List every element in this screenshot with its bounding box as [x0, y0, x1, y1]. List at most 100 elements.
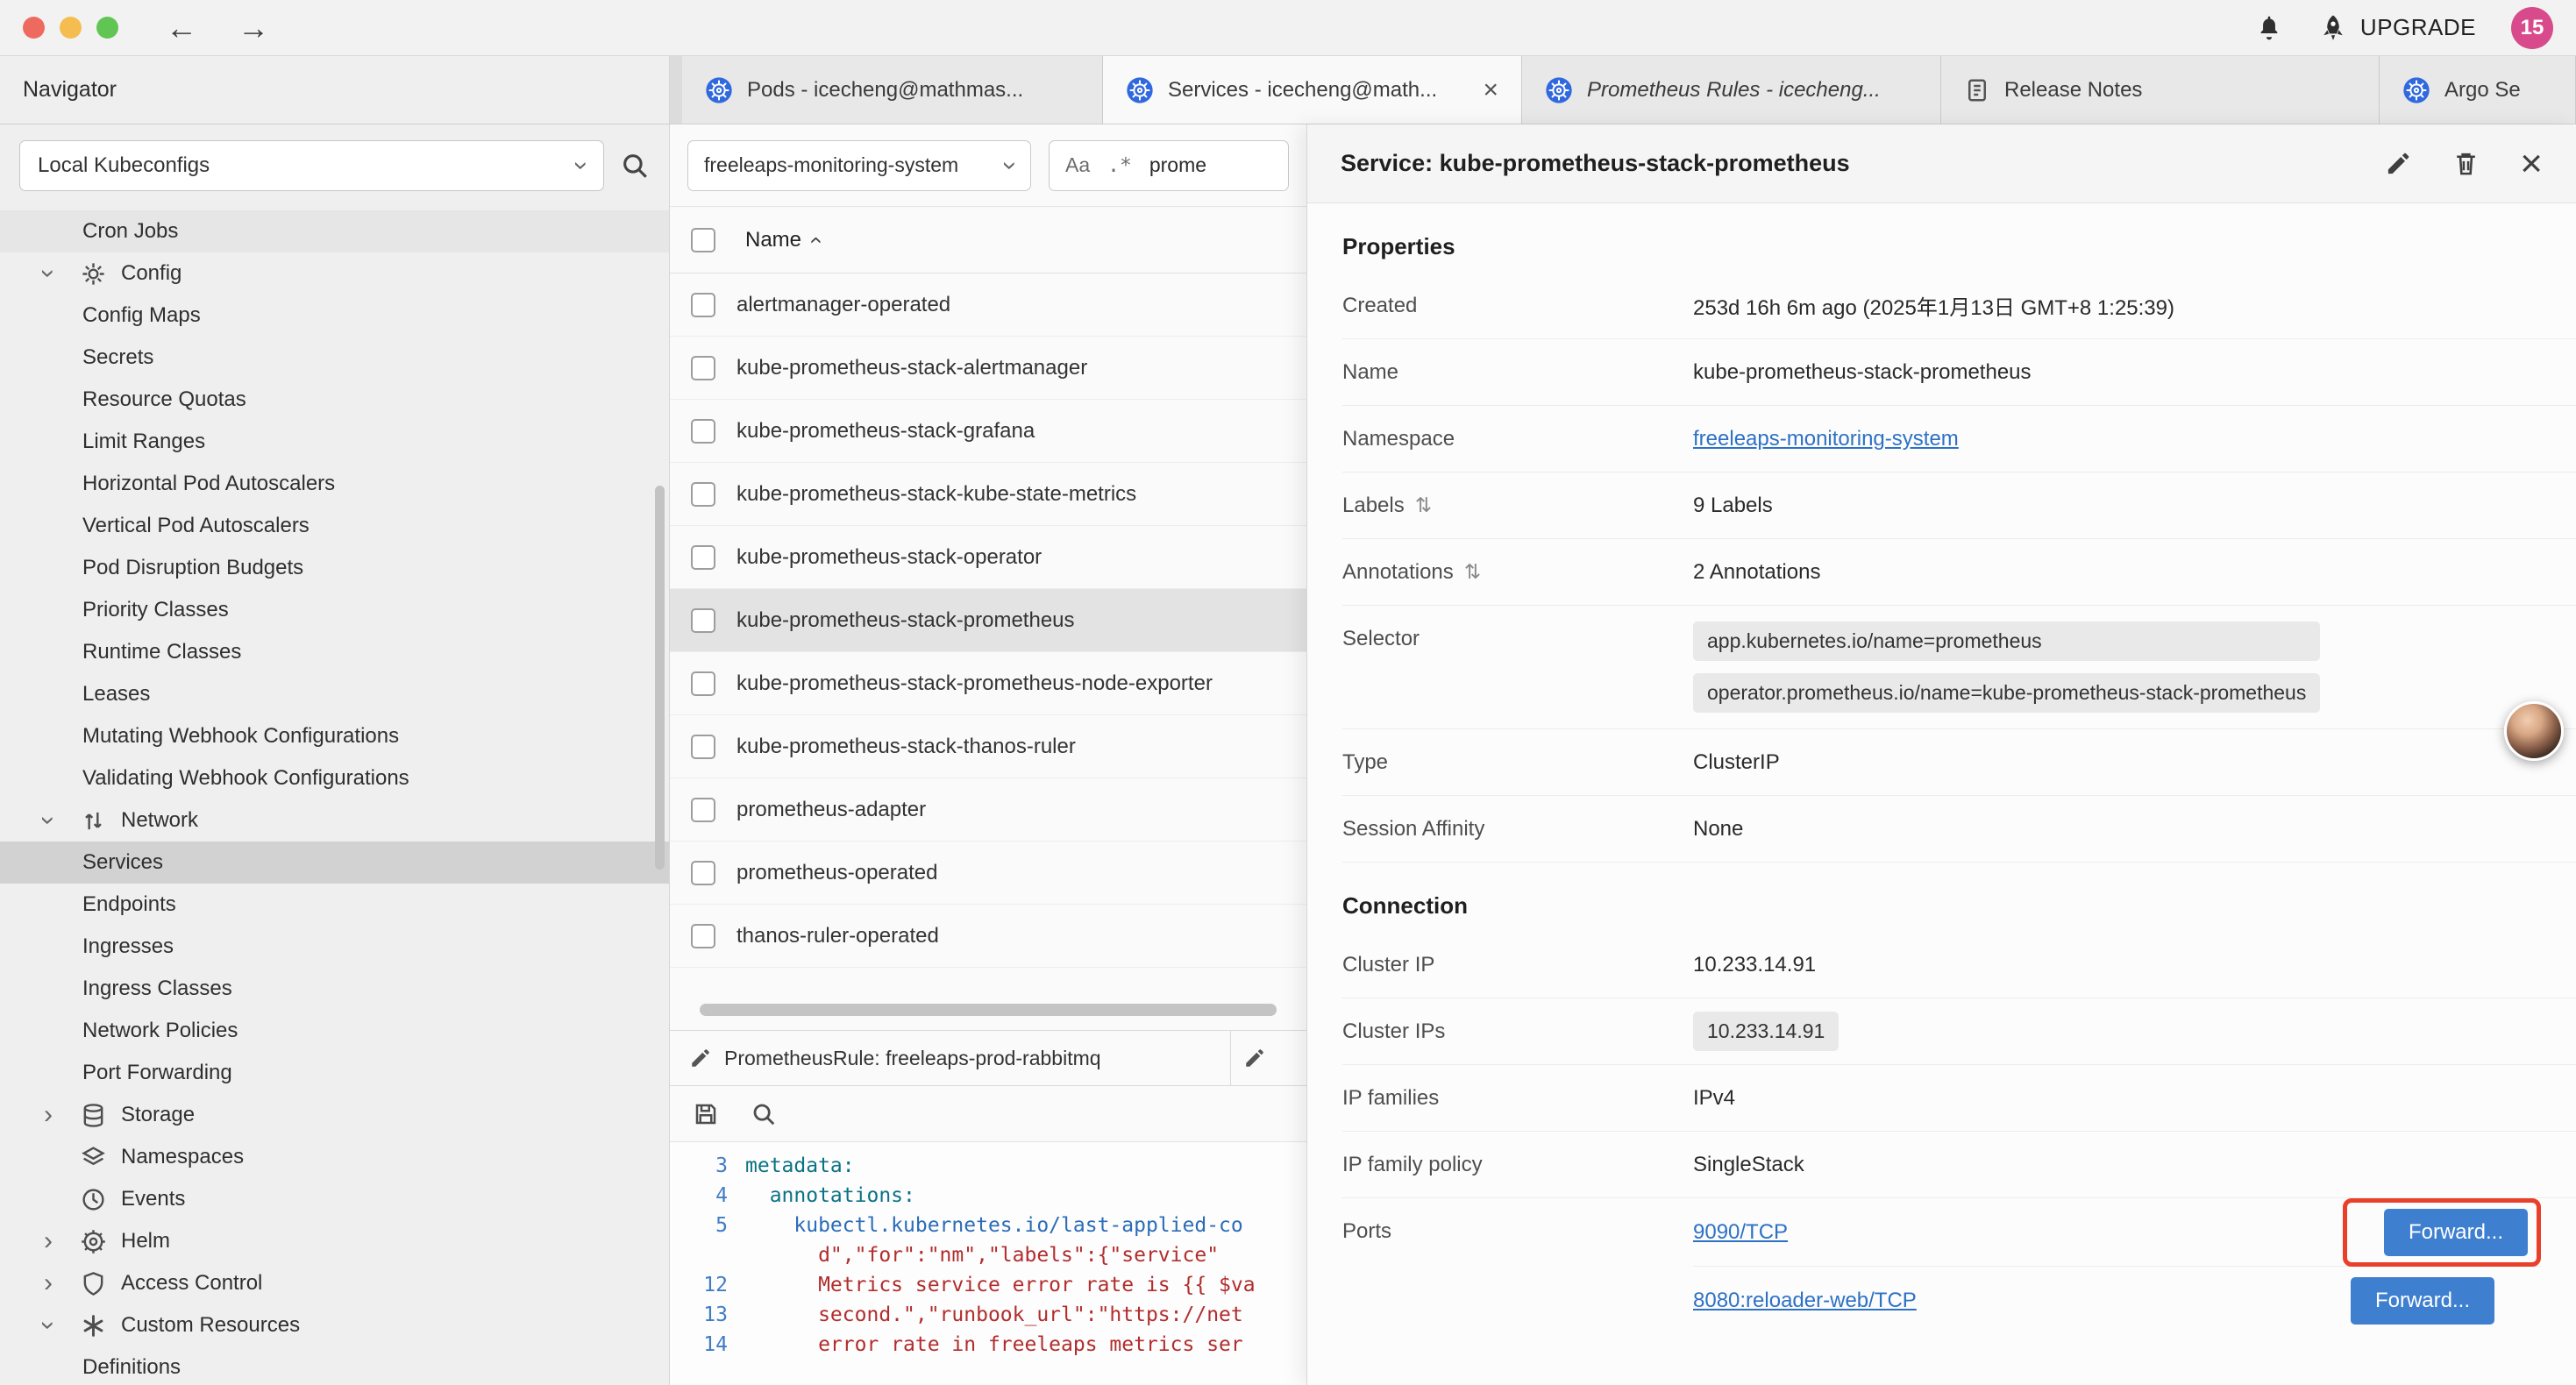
dock-tab-prometheusrule[interactable]: PrometheusRule: freeleaps-prod-rabbitmq	[670, 1031, 1231, 1085]
bell-icon[interactable]	[2255, 14, 2283, 42]
tab-release-notes[interactable]: Release Notes	[1941, 56, 2380, 124]
search-icon[interactable]	[620, 151, 650, 181]
horizontal-scrollbar[interactable]	[694, 1004, 1282, 1016]
sidebar-item-ingress-classes[interactable]: Ingress Classes	[0, 968, 669, 1010]
sidebar-item-config[interactable]: › Config	[0, 252, 669, 295]
tab-services[interactable]: Services - icecheng@math... ×	[1103, 56, 1522, 124]
name-column-header[interactable]: Name	[745, 228, 801, 252]
table-row[interactable]: kube-prometheus-stack-thanos-ruler	[670, 715, 1306, 778]
minimize-window-button[interactable]	[60, 17, 82, 39]
row-checkbox[interactable]	[691, 482, 715, 507]
close-window-button[interactable]	[23, 17, 45, 39]
table-row[interactable]: kube-prometheus-stack-alertmanager	[670, 337, 1306, 400]
sidebar-item-secrets[interactable]: Secrets	[0, 337, 669, 379]
table-row[interactable]: kube-prometheus-stack-grafana	[670, 400, 1306, 463]
port-link-8080[interactable]: 8080:reloader-web/TCP	[1693, 1289, 1917, 1313]
sidebar-item-limit-ranges[interactable]: Limit Ranges	[0, 421, 669, 463]
sort-caret-icon[interactable]: ›	[802, 236, 825, 244]
helm-wheel-icon	[81, 1229, 106, 1254]
notification-count-badge[interactable]: 15	[2511, 7, 2553, 49]
sidebar-item-priority-classes[interactable]: Priority Classes	[0, 589, 669, 631]
close-tab-icon[interactable]: ×	[1483, 77, 1498, 103]
search-icon[interactable]	[751, 1101, 777, 1127]
sidebar-item-horizontal-pod-autoscalers[interactable]: Horizontal Pod Autoscalers	[0, 463, 669, 505]
select-all-checkbox[interactable]	[691, 228, 715, 252]
selector-badge: operator.prometheus.io/name=kube-prometh…	[1693, 673, 2320, 713]
dock-tab-next[interactable]	[1231, 1031, 1306, 1085]
sidebar-item-storage[interactable]: › Storage	[0, 1094, 669, 1136]
sidebar-item-network[interactable]: › Network	[0, 799, 669, 842]
forward-button[interactable]: Forward...	[2351, 1277, 2494, 1325]
sidebar-item-cron-jobs[interactable]: Cron Jobs	[0, 210, 669, 252]
row-checkbox[interactable]	[691, 861, 715, 885]
forward-icon[interactable]: →	[238, 12, 269, 44]
zoom-window-button[interactable]	[96, 17, 118, 39]
sidebar-item-runtime-classes[interactable]: Runtime Classes	[0, 631, 669, 673]
edit-pencil-icon[interactable]	[2385, 150, 2412, 177]
sidebar-item-port-forwarding[interactable]: Port Forwarding	[0, 1052, 669, 1094]
row-checkbox[interactable]	[691, 419, 715, 444]
delete-trash-icon[interactable]	[2452, 150, 2480, 177]
property-row-ip-families: IP families IPv4	[1342, 1065, 2576, 1132]
property-row-session-affinity: Session Affinity None	[1342, 796, 2576, 863]
table-row[interactable]: alertmanager-operated	[670, 273, 1306, 337]
scrollbar-thumb[interactable]	[700, 1004, 1277, 1016]
tab-pods[interactable]: Pods - icecheng@mathmas...	[682, 56, 1103, 124]
row-checkbox[interactable]	[691, 671, 715, 696]
sidebar-item-services[interactable]: Services	[0, 842, 669, 884]
yaml-editor[interactable]: 3metadata: 4 annotations: 5 kubectl.kube…	[670, 1142, 1306, 1385]
table-search-input[interactable]: Aa .* prome	[1049, 140, 1289, 191]
port-link-9090[interactable]: 9090/TCP	[1693, 1220, 1788, 1245]
table-row[interactable]: kube-prometheus-stack-operator	[670, 526, 1306, 589]
sidebar-item-validating-webhook-configurations[interactable]: Validating Webhook Configurations	[0, 757, 669, 799]
regex-toggle[interactable]: .*	[1107, 154, 1132, 177]
table-row[interactable]: kube-prometheus-stack-kube-state-metrics	[670, 463, 1306, 526]
table-row[interactable]: thanos-ruler-operated	[670, 905, 1306, 968]
code-line: d","for":"nm","labels":{"service"	[670, 1240, 1306, 1270]
sidebar-item-events[interactable]: Events	[0, 1178, 669, 1220]
sidebar-item-access-control[interactable]: › Access Control	[0, 1262, 669, 1304]
sidebar-scrollbar[interactable]	[655, 486, 665, 870]
namespace-dropdown[interactable]: freeleaps-monitoring-system ›	[687, 140, 1031, 191]
sidebar-item-custom-resources[interactable]: › Custom Resources	[0, 1304, 669, 1346]
row-checkbox[interactable]	[691, 356, 715, 380]
property-row-annotations: Annotations⇅ 2 Annotations	[1342, 539, 2576, 606]
row-checkbox[interactable]	[691, 735, 715, 759]
row-checkbox[interactable]	[691, 545, 715, 570]
history-nav: ← →	[166, 12, 269, 44]
sidebar-item-endpoints[interactable]: Endpoints	[0, 884, 669, 926]
table-row[interactable]: kube-prometheus-stack-prometheus-node-ex…	[670, 652, 1306, 715]
sidebar-item-mutating-webhook-configurations[interactable]: Mutating Webhook Configurations	[0, 715, 669, 757]
expand-updown-icon[interactable]: ⇅	[1415, 494, 1432, 517]
kubernetes-icon	[705, 76, 733, 104]
row-checkbox[interactable]	[691, 924, 715, 948]
sidebar-item-network-policies[interactable]: Network Policies	[0, 1010, 669, 1052]
save-icon[interactable]	[693, 1101, 719, 1127]
table-row-selected[interactable]: kube-prometheus-stack-prometheus	[670, 589, 1306, 652]
upgrade-button[interactable]: UPGRADE	[2318, 13, 2476, 43]
kubeconfig-dropdown[interactable]: Local Kubeconfigs ›	[19, 140, 604, 191]
sidebar-item-helm[interactable]: › Helm	[0, 1220, 669, 1262]
row-checkbox[interactable]	[691, 608, 715, 633]
sidebar-item-pod-disruption-budgets[interactable]: Pod Disruption Budgets	[0, 547, 669, 589]
sidebar-item-namespaces[interactable]: Namespaces	[0, 1136, 669, 1178]
row-checkbox[interactable]	[691, 798, 715, 822]
namespace-link[interactable]: freeleaps-monitoring-system	[1693, 427, 1959, 451]
close-icon[interactable]: ×	[2520, 145, 2543, 183]
property-row-selector: Selector app.kubernetes.io/name=promethe…	[1342, 606, 2576, 729]
sidebar-item-resource-quotas[interactable]: Resource Quotas	[0, 379, 669, 421]
sidebar-item-vertical-pod-autoscalers[interactable]: Vertical Pod Autoscalers	[0, 505, 669, 547]
back-icon[interactable]: ←	[166, 12, 197, 44]
sidebar-item-definitions[interactable]: Definitions	[0, 1346, 669, 1385]
tab-prometheus-rules[interactable]: Prometheus Rules - icecheng...	[1522, 56, 1941, 124]
sidebar-item-ingresses[interactable]: Ingresses	[0, 926, 669, 968]
table-row[interactable]: prometheus-adapter	[670, 778, 1306, 842]
row-checkbox[interactable]	[691, 293, 715, 317]
match-case-toggle[interactable]: Aa	[1065, 153, 1090, 177]
sidebar-item-config-maps[interactable]: Config Maps	[0, 295, 669, 337]
expand-updown-icon[interactable]: ⇅	[1464, 560, 1481, 584]
tab-argo[interactable]: Argo Se	[2380, 56, 2576, 124]
table-row[interactable]: prometheus-operated	[670, 842, 1306, 905]
sidebar-item-leases[interactable]: Leases	[0, 673, 669, 715]
forward-button[interactable]: Forward...	[2384, 1209, 2528, 1256]
